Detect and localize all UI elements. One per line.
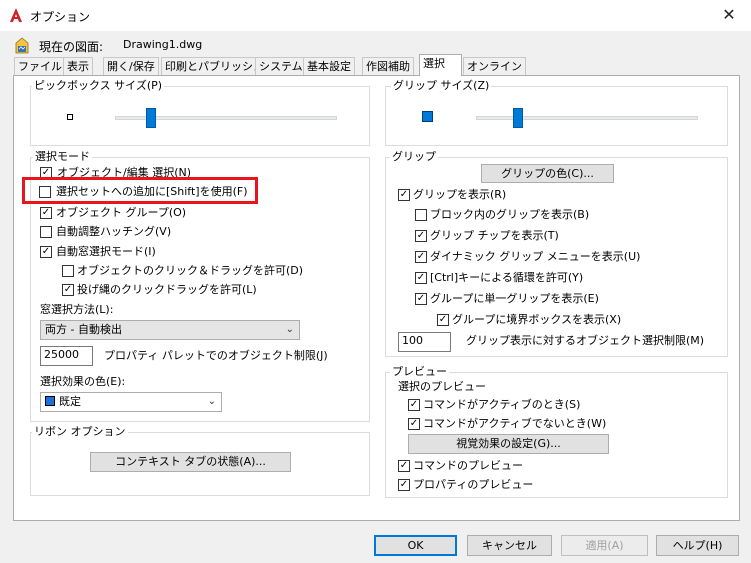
dynamic-grip-menu-checkbox[interactable]: ✓ <box>415 251 427 263</box>
current-drawing-value: Drawing1.dwg <box>123 38 203 51</box>
ctrl-cycling-label: [Ctrl]キーによる循環を許可(Y) <box>430 271 584 284</box>
tab-user-preferences[interactable]: 基本設定 <box>303 57 355 75</box>
annotation-highlight-box <box>22 177 258 204</box>
pickbox-preview <box>67 114 73 120</box>
ctrl-cycling-checkbox[interactable]: ✓ <box>415 272 427 284</box>
check-icon: ✓ <box>409 418 419 429</box>
tab-online[interactable]: オンライン <box>463 57 526 75</box>
window-method-value: 両方 - 自動検出 <box>45 323 122 336</box>
object-limit-input[interactable]: 25000 <box>40 346 93 366</box>
associative-hatch-checkbox[interactable] <box>40 226 52 238</box>
grip-colors-button[interactable]: グリップの色(C)... <box>481 164 614 183</box>
visual-effects-button[interactable]: 視覚効果の設定(G)... <box>408 434 609 454</box>
color-swatch <box>45 396 55 406</box>
object-group-checkbox[interactable]: ✓ <box>40 207 52 219</box>
show-grips-label: グリップを表示(R) <box>413 188 507 201</box>
window-method-dropdown[interactable]: 両方 - 自動検出 ⌄ <box>40 320 300 340</box>
check-icon: ✓ <box>63 284 73 295</box>
tab-drafting[interactable]: 作図補助 <box>362 57 414 75</box>
implied-windowing-checkbox[interactable]: ✓ <box>40 246 52 258</box>
selection-modes-title: 選択モード <box>33 150 92 163</box>
command-active-checkbox[interactable]: ✓ <box>408 399 420 411</box>
check-icon: ✓ <box>41 207 51 218</box>
preview-title: プレビュー <box>390 365 449 378</box>
pickbox-title: ピックボックス サイズ(P) <box>32 79 165 92</box>
cancel-button[interactable]: キャンセル <box>467 535 552 556</box>
command-active-label: コマンドがアクティブのとき(S) <box>423 398 581 411</box>
close-icon[interactable]: ✕ <box>718 5 740 25</box>
chevron-down-icon: ⌄ <box>207 396 216 407</box>
check-icon: ✓ <box>399 479 409 490</box>
check-icon: ✓ <box>409 399 419 410</box>
command-preview-label: コマンドのプレビュー <box>413 459 523 472</box>
effect-color-value: 既定 <box>59 395 81 408</box>
command-inactive-label: コマンドがアクティブでないとき(W) <box>423 417 607 430</box>
dynamic-grip-menu-label: ダイナミック グリップ メニューを表示(U) <box>430 250 641 263</box>
check-icon: ✓ <box>416 293 426 304</box>
window-method-label: 窓選択方法(L): <box>40 303 114 316</box>
autocad-logo-icon <box>10 8 22 22</box>
property-preview-label: プロパティのプレビュー <box>413 478 534 491</box>
bounding-box-group-label: グループに境界ボックスを表示(X) <box>452 313 622 326</box>
implied-windowing-label: 自動窓選択モード(I) <box>56 245 156 258</box>
context-tab-states-button[interactable]: コンテキスト タブの状態(A)... <box>90 452 291 472</box>
grip-size-slider-track[interactable] <box>476 116 698 120</box>
tab-selection[interactable]: 選択 <box>419 54 462 76</box>
tab-open-save[interactable]: 開く/保存 <box>103 57 159 75</box>
click-drag-checkbox[interactable] <box>62 265 74 277</box>
tab-display[interactable]: 表示 <box>63 57 93 75</box>
check-icon: ✓ <box>416 251 426 262</box>
tab-files[interactable]: ファイル <box>14 57 66 75</box>
show-grips-checkbox[interactable]: ✓ <box>398 189 410 201</box>
chevron-down-icon: ⌄ <box>285 324 294 335</box>
grips-title: グリップ <box>390 150 438 163</box>
grip-object-limit-label: グリップ表示に対するオブジェクト選択制限(M) <box>466 334 705 347</box>
help-button[interactable]: ヘルプ(H) <box>656 535 739 556</box>
click-drag-label: オブジェクトのクリック＆ドラッグを許可(D) <box>77 264 304 277</box>
check-icon: ✓ <box>399 189 409 200</box>
associative-hatch-label: 自動調整ハッチング(V) <box>56 225 172 238</box>
pickbox-slider-thumb[interactable] <box>145 108 156 128</box>
effect-color-label: 選択効果の色(E): <box>40 375 126 388</box>
command-preview-checkbox[interactable]: ✓ <box>398 460 410 472</box>
grip-size-title: グリップ サイズ(Z) <box>391 79 492 92</box>
check-icon: ✓ <box>416 272 426 283</box>
grip-size-slider-thumb[interactable] <box>513 108 524 128</box>
check-icon: ✓ <box>399 460 409 471</box>
lasso-checkbox[interactable]: ✓ <box>62 284 74 296</box>
selection-preview-label: 選択のプレビュー <box>398 380 486 393</box>
property-preview-checkbox[interactable]: ✓ <box>398 479 410 491</box>
current-drawing-label: 現在の図面: <box>39 40 104 54</box>
drawing-file-icon <box>15 37 29 54</box>
window-title: オプション <box>30 10 91 24</box>
check-icon: ✓ <box>416 230 426 241</box>
check-icon: ✓ <box>41 246 51 257</box>
grip-tips-checkbox[interactable]: ✓ <box>415 230 427 242</box>
ribbon-options-title: リボン オプション <box>32 425 128 438</box>
grip-object-limit-input[interactable]: 100 <box>398 332 451 352</box>
tab-plot-publish[interactable]: 印刷とパブリッシュ <box>161 57 268 75</box>
single-grip-group-label: グループに単一グリップを表示(E) <box>430 292 599 305</box>
tab-system[interactable]: システム <box>255 57 307 75</box>
bounding-box-group-checkbox[interactable]: ✓ <box>437 314 449 326</box>
lasso-label: 投げ縄のクリックドラッグを許可(L) <box>77 283 257 296</box>
grips-in-blocks-label: ブロック内のグリップを表示(B) <box>430 208 590 221</box>
grips-in-blocks-checkbox[interactable] <box>415 209 427 221</box>
command-inactive-checkbox[interactable]: ✓ <box>408 418 420 430</box>
grip-tips-label: グリップ チップを表示(T) <box>430 229 559 242</box>
apply-button[interactable]: 適用(A) <box>561 535 648 556</box>
ok-button[interactable]: OK <box>374 535 457 556</box>
title-bar <box>0 0 751 31</box>
check-icon: ✓ <box>438 314 448 325</box>
effect-color-dropdown[interactable]: 既定 ⌄ <box>40 392 222 412</box>
object-limit-label: プロパティ パレットでのオブジェクト制限(J) <box>104 349 328 362</box>
object-group-label: オブジェクト グループ(O) <box>56 206 187 219</box>
single-grip-group-checkbox[interactable]: ✓ <box>415 293 427 305</box>
grip-preview <box>422 111 433 122</box>
